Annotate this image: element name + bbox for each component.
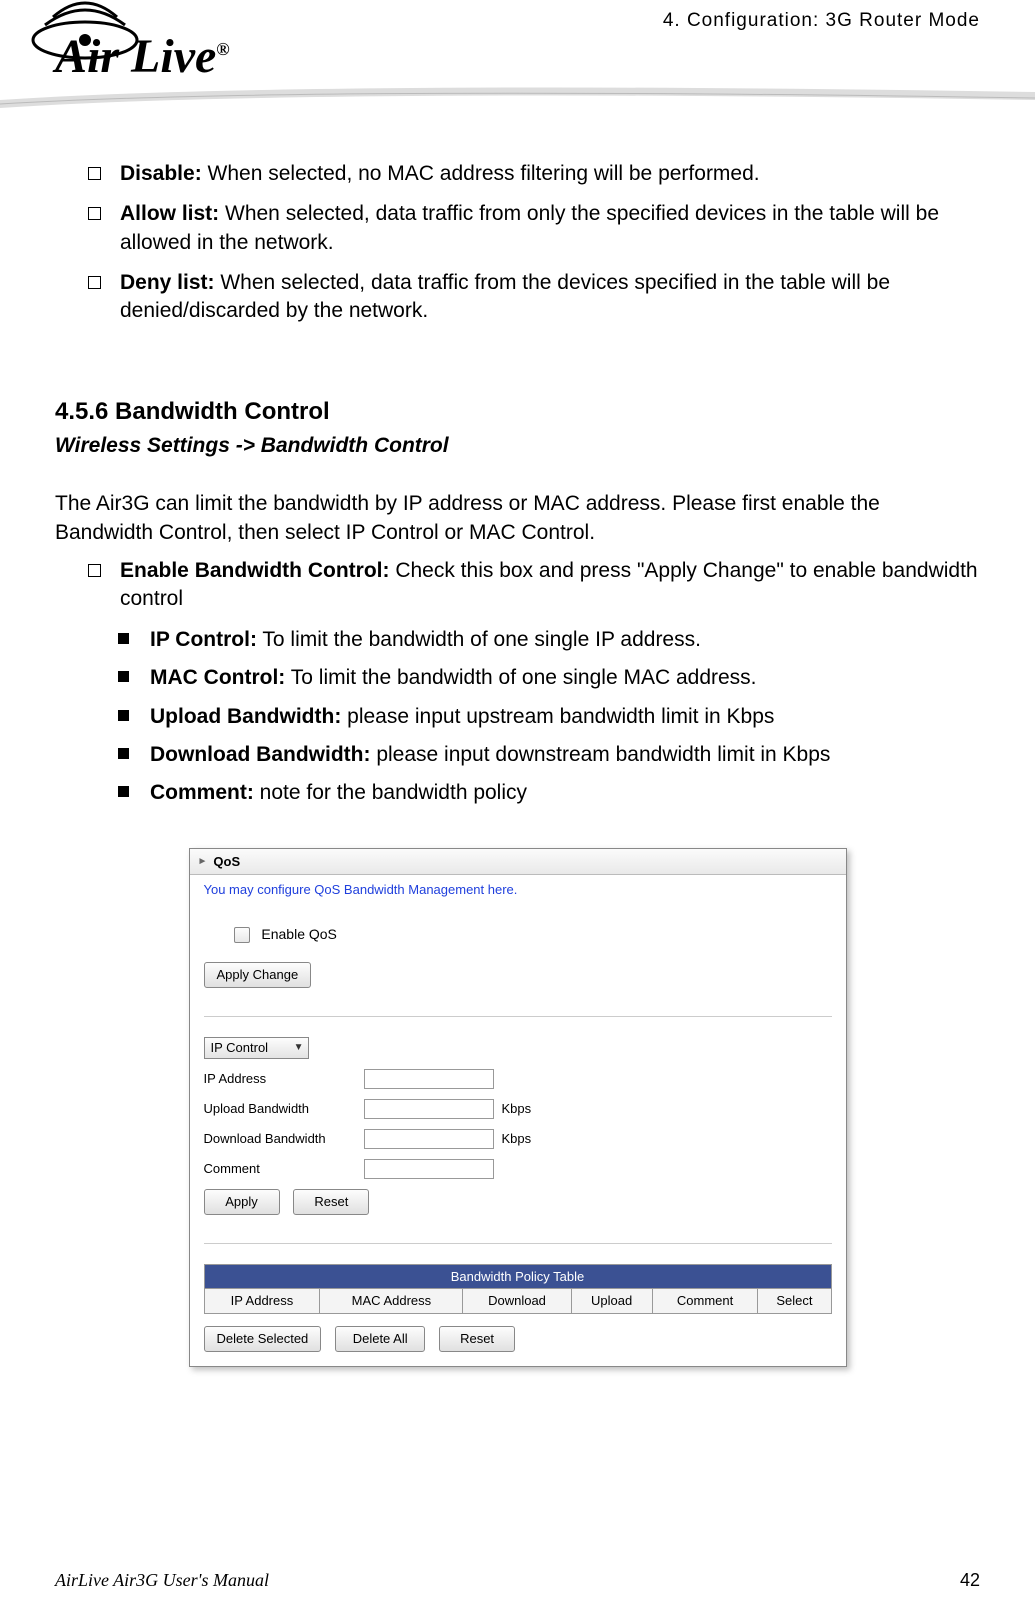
qos-panel: QoS You may configure QoS Bandwidth Mana… bbox=[189, 848, 847, 1367]
download-bw-input[interactable] bbox=[364, 1129, 494, 1149]
list-item: Enable Bandwidth Control: Check this box… bbox=[120, 557, 980, 614]
col-comment: Comment bbox=[652, 1289, 758, 1314]
logo-reg-mark: ® bbox=[216, 39, 229, 59]
delete-all-button[interactable]: Delete All bbox=[335, 1326, 425, 1352]
col-upload: Upload bbox=[571, 1289, 652, 1314]
ip-address-label: IP Address bbox=[204, 1070, 364, 1088]
policy-table-caption: Bandwidth Policy Table bbox=[204, 1264, 831, 1289]
list-item: MAC Control: To limit the bandwidth of o… bbox=[150, 664, 980, 692]
chapter-title: 4. Configuration: 3G Router Mode bbox=[663, 10, 980, 32]
col-download: Download bbox=[463, 1289, 571, 1314]
list-item: Download Bandwidth: please input downstr… bbox=[150, 741, 980, 769]
table-reset-button[interactable]: Reset bbox=[439, 1326, 515, 1352]
brand-logo: Air Live® bbox=[25, 0, 285, 90]
page-header: 4. Configuration: 3G Router Mode Air Liv… bbox=[55, 0, 980, 120]
upload-bw-input[interactable] bbox=[364, 1099, 494, 1119]
list-item: IP Control: To limit the bandwidth of on… bbox=[150, 626, 980, 654]
mac-filter-list: Disable: When selected, no MAC address f… bbox=[55, 160, 980, 326]
col-mac-address: MAC Address bbox=[320, 1289, 463, 1314]
section-intro: The Air3G can limit the bandwidth by IP … bbox=[55, 490, 980, 547]
upload-bw-label: Upload Bandwidth bbox=[204, 1100, 364, 1118]
list-item: Comment: note for the bandwidth policy bbox=[150, 779, 980, 807]
enable-qos-checkbox[interactable] bbox=[234, 927, 250, 943]
divider bbox=[204, 1243, 832, 1244]
delete-selected-button[interactable]: Delete Selected bbox=[204, 1326, 322, 1352]
col-ip-address: IP Address bbox=[204, 1289, 320, 1314]
download-bw-label: Download Bandwidth bbox=[204, 1130, 364, 1148]
control-type-select[interactable]: IP Control ▼ bbox=[204, 1037, 309, 1059]
qos-note: You may configure QoS Bandwidth Manageme… bbox=[204, 881, 832, 899]
comment-label: Comment bbox=[204, 1160, 364, 1178]
page-footer: AirLive Air3G User's Manual 42 bbox=[55, 1570, 980, 1591]
reset-button[interactable]: Reset bbox=[293, 1189, 369, 1215]
bandwidth-policy-table: Bandwidth Policy Table IP Address MAC Ad… bbox=[204, 1264, 832, 1314]
col-select: Select bbox=[758, 1289, 831, 1314]
upload-bw-unit: Kbps bbox=[502, 1100, 532, 1118]
comment-input[interactable] bbox=[364, 1159, 494, 1179]
list-item: Disable: When selected, no MAC address f… bbox=[120, 160, 980, 188]
select-value: IP Control bbox=[211, 1039, 269, 1057]
apply-change-button[interactable]: Apply Change bbox=[204, 962, 312, 988]
footer-page-number: 42 bbox=[960, 1570, 980, 1591]
section-breadcrumb: Wireless Settings -> Bandwidth Control bbox=[55, 432, 980, 460]
section-heading: 4.5.6 Bandwidth Control bbox=[55, 396, 980, 428]
apply-button[interactable]: Apply bbox=[204, 1189, 280, 1215]
list-item: Deny list: When selected, data traffic f… bbox=[120, 269, 980, 326]
list-item: Upload Bandwidth: please input upstream … bbox=[150, 703, 980, 731]
footer-manual-name: AirLive Air3G User's Manual bbox=[55, 1570, 269, 1591]
sub-list: IP Control: To limit the bandwidth of on… bbox=[55, 626, 980, 808]
ip-address-input[interactable] bbox=[364, 1069, 494, 1089]
download-bw-unit: Kbps bbox=[502, 1130, 532, 1148]
enable-list: Enable Bandwidth Control: Check this box… bbox=[55, 557, 980, 614]
document-body: Disable: When selected, no MAC address f… bbox=[55, 160, 980, 1367]
logo-text: Air Live bbox=[55, 30, 216, 83]
chevron-down-icon: ▼ bbox=[294, 1041, 304, 1055]
enable-qos-label: Enable QoS bbox=[261, 926, 337, 942]
qos-title: QoS bbox=[190, 849, 846, 876]
list-item: Allow list: When selected, data traffic … bbox=[120, 200, 980, 257]
divider bbox=[204, 1016, 832, 1017]
